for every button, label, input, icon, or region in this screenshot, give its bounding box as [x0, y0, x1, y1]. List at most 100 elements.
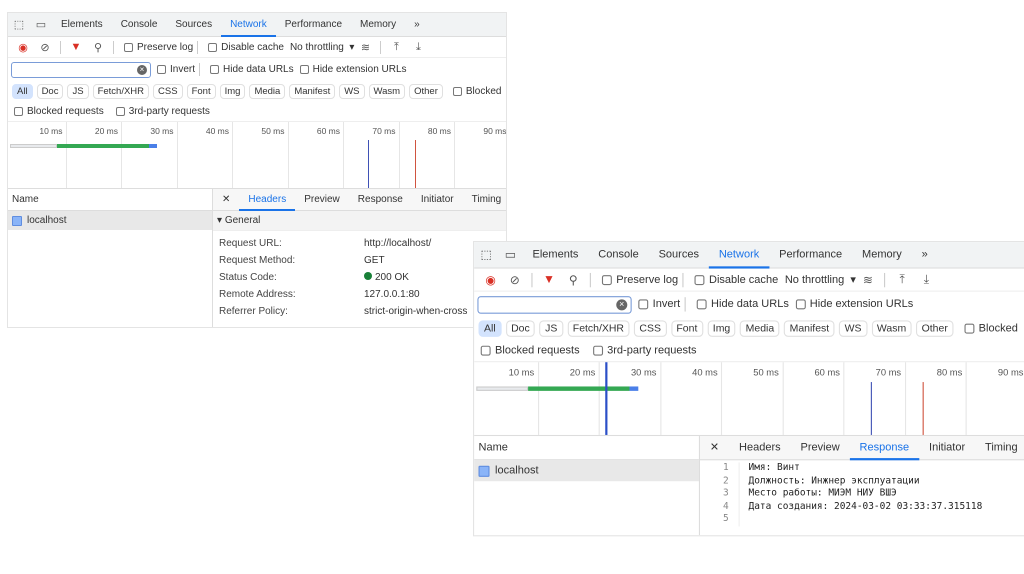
type-filter-manifest[interactable]: Manifest [289, 83, 336, 99]
inspect-element-icon[interactable]: ⬚ [11, 18, 27, 31]
type-filter-manifest[interactable]: Manifest [784, 319, 835, 337]
tab-memory[interactable]: Memory [351, 13, 405, 37]
request-row[interactable]: localhost [474, 460, 699, 482]
type-filter-other[interactable]: Other [409, 83, 443, 99]
tab-sources[interactable]: Sources [649, 242, 709, 268]
close-details-icon[interactable]: ✕ [213, 189, 239, 211]
device-toolbar-icon[interactable]: ▭ [33, 18, 49, 31]
hide-extension-urls-checkbox[interactable] [299, 65, 309, 74]
type-filter-js[interactable]: JS [539, 319, 563, 337]
timeline-cursor[interactable] [604, 362, 607, 435]
tab-network[interactable]: Network [708, 242, 770, 268]
response-body[interactable]: 1 2 3 4 5 Имя: Винт Должность: Инжнер эксплуат… [700, 460, 1024, 526]
blocked-cookies-checkbox[interactable] [452, 86, 462, 96]
type-filter-media[interactable]: Media [740, 319, 780, 337]
timeline-overview[interactable]: 10 ms 20 ms 30 ms 40 ms 50 ms 60 ms 70 ms 80 ms… [8, 121, 506, 189]
tab-console[interactable]: Console [112, 13, 167, 37]
type-filter-css[interactable]: CSS [633, 319, 667, 337]
more-tabs-icon[interactable]: » [912, 242, 938, 268]
close-details-icon[interactable]: ✕ [700, 436, 729, 460]
filter-icon[interactable]: ▼ [540, 273, 558, 286]
disable-cache-checkbox[interactable] [694, 274, 705, 285]
blocked-cookies-checkbox[interactable] [964, 323, 975, 334]
general-section-header[interactable]: ▾ General [213, 211, 506, 231]
throttling-select[interactable]: No throttling ▾ [785, 274, 856, 286]
type-filter-css[interactable]: CSS [153, 83, 183, 99]
type-filter-js[interactable]: JS [67, 83, 89, 99]
timeline-overview[interactable]: 10 ms 20 ms 30 ms 40 ms 50 ms 60 ms 70 ms 80 ms… [474, 361, 1024, 437]
record-icon[interactable]: ◉ [15, 41, 31, 54]
type-filter-img[interactable]: Img [707, 319, 736, 337]
detail-tab-timing[interactable]: Timing [975, 436, 1024, 460]
detail-tab-initiator[interactable]: Initiator [412, 189, 463, 211]
detail-tab-initiator[interactable]: Initiator [919, 436, 975, 460]
detail-tab-preview[interactable]: Preview [791, 436, 850, 460]
invert-checkbox[interactable] [157, 65, 166, 74]
clear-filter-icon[interactable]: × [616, 298, 628, 310]
hide-data-urls-checkbox[interactable] [696, 299, 707, 310]
third-party-checkbox[interactable] [115, 106, 125, 116]
type-filter-font[interactable]: Font [186, 83, 216, 99]
blocked-requests-checkbox[interactable] [14, 106, 23, 116]
tab-performance[interactable]: Performance [769, 242, 852, 268]
tab-memory[interactable]: Memory [852, 242, 912, 268]
more-tabs-icon[interactable]: » [405, 13, 429, 37]
type-filter-all[interactable]: All [12, 83, 33, 99]
detail-tab-response[interactable]: Response [849, 436, 920, 460]
filter-input[interactable]: × [477, 295, 632, 314]
device-toolbar-icon[interactable]: ▭ [502, 248, 520, 262]
type-filter-doc[interactable]: Doc [505, 319, 536, 337]
export-har-icon[interactable]: ⤓ [918, 272, 936, 286]
blocked-requests-checkbox[interactable] [480, 345, 491, 356]
search-icon[interactable]: ⚲ [564, 272, 582, 287]
import-har-icon[interactable]: ⤒ [893, 272, 911, 286]
detail-tab-headers[interactable]: Headers [239, 189, 296, 211]
request-row[interactable]: localhost [8, 211, 212, 230]
tab-network[interactable]: Network [221, 13, 276, 37]
tab-performance[interactable]: Performance [276, 13, 351, 37]
clear-icon[interactable]: ⊘ [506, 272, 524, 287]
name-column-header[interactable]: Name [474, 436, 699, 461]
throttling-select[interactable]: No throttling ▾ [290, 42, 355, 53]
invert-checkbox[interactable] [638, 299, 649, 310]
type-filter-wasm[interactable]: Wasm [871, 319, 912, 337]
import-har-icon[interactable]: ⤒ [388, 41, 404, 54]
third-party-checkbox[interactable] [592, 345, 603, 356]
network-conditions-icon[interactable]: ≋ [859, 272, 877, 287]
type-filter-doc[interactable]: Doc [36, 83, 64, 99]
preserve-log-checkbox[interactable] [124, 42, 133, 52]
inspect-element-icon[interactable]: ⬚ [477, 248, 495, 262]
type-filter-font[interactable]: Font [670, 319, 703, 337]
clear-filter-icon[interactable]: × [137, 64, 147, 75]
tab-sources[interactable]: Sources [166, 13, 221, 37]
export-har-icon[interactable]: ⤓ [410, 41, 426, 54]
type-filter-other[interactable]: Other [916, 319, 954, 337]
type-filter-fetch-xhr[interactable]: Fetch/XHR [92, 83, 150, 99]
search-icon[interactable]: ⚲ [90, 41, 106, 54]
detail-tab-timing[interactable]: Timing [463, 189, 506, 211]
type-filter-img[interactable]: Img [219, 83, 246, 99]
hide-data-urls-checkbox[interactable] [210, 65, 220, 74]
disable-cache-label: Disable cache [708, 273, 779, 286]
tab-elements[interactable]: Elements [52, 13, 112, 37]
filter-icon[interactable]: ▼ [68, 41, 84, 53]
name-column-header[interactable]: Name [8, 189, 212, 211]
type-filter-all[interactable]: All [478, 319, 502, 337]
filter-input[interactable]: × [11, 61, 151, 78]
preserve-log-checkbox[interactable] [601, 274, 612, 285]
type-filter-media[interactable]: Media [249, 83, 286, 99]
type-filter-ws[interactable]: WS [339, 83, 365, 99]
tab-console[interactable]: Console [588, 242, 648, 268]
disable-cache-checkbox[interactable] [208, 42, 218, 52]
tab-elements[interactable]: Elements [523, 242, 589, 268]
detail-tab-preview[interactable]: Preview [295, 189, 349, 211]
detail-tab-headers[interactable]: Headers [729, 436, 791, 460]
type-filter-fetch-xhr[interactable]: Fetch/XHR [567, 319, 630, 337]
record-icon[interactable]: ◉ [482, 272, 500, 287]
type-filter-wasm[interactable]: Wasm [368, 83, 406, 99]
network-conditions-icon[interactable]: ≋ [357, 41, 373, 54]
detail-tab-response[interactable]: Response [349, 189, 412, 211]
clear-icon[interactable]: ⊘ [37, 41, 53, 54]
type-filter-ws[interactable]: WS [839, 319, 867, 337]
hide-extension-urls-checkbox[interactable] [795, 299, 806, 310]
